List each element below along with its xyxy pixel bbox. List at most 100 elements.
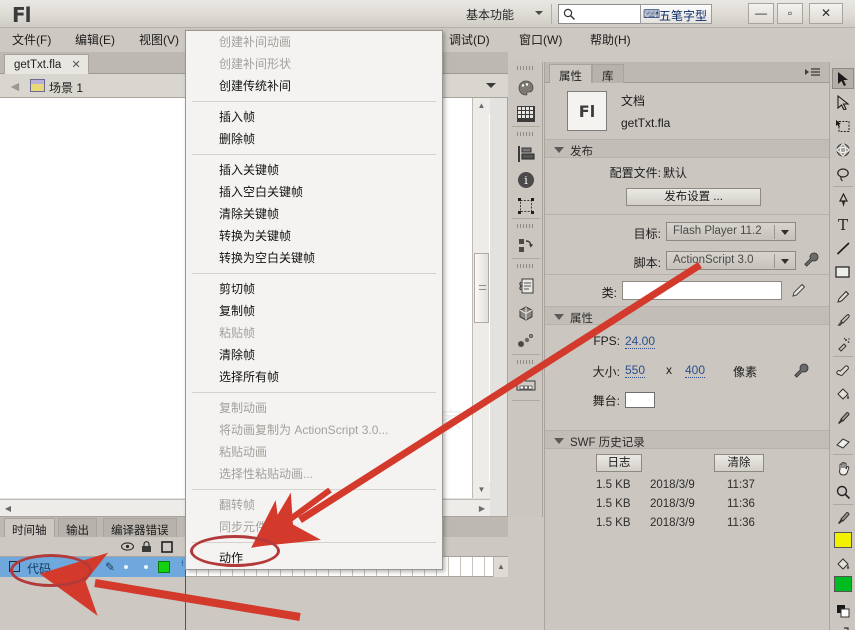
chevron-down-icon[interactable]	[781, 259, 789, 264]
fps-value[interactable]: 24.00	[625, 334, 655, 349]
info-panel-icon[interactable]: i	[514, 168, 538, 192]
library-folder-icon[interactable]	[514, 372, 538, 396]
selection-tool-icon[interactable]	[832, 68, 854, 89]
scroll-right-icon[interactable]: ▶	[474, 500, 490, 517]
brush-tool-icon[interactable]	[832, 310, 854, 331]
bone-tool-icon[interactable]	[832, 360, 854, 381]
back-arrow-icon[interactable]: ◄	[8, 79, 23, 93]
context-menu-item[interactable]: 插入帧	[186, 106, 442, 128]
lasso-tool-icon[interactable]	[832, 164, 854, 185]
pen-tool-icon[interactable]	[832, 190, 854, 211]
line-tool-icon[interactable]	[832, 238, 854, 259]
motion-editor-icon[interactable]	[514, 328, 538, 352]
context-menu-item[interactable]: 清除帧	[186, 344, 442, 366]
target-dropdown[interactable]: Flash Player 11.2	[666, 222, 796, 241]
chevron-down-icon[interactable]	[554, 314, 564, 320]
layer-lock-dot[interactable]	[144, 565, 148, 569]
section-header-swf-history[interactable]: SWF 历史记录	[545, 430, 829, 449]
context-menu-item[interactable]: 复制帧	[186, 300, 442, 322]
menu-item-view[interactable]: 视图(V)	[133, 32, 185, 49]
hand-tool-icon[interactable]	[832, 458, 854, 479]
context-menu-item[interactable]: 删除帧	[186, 128, 442, 150]
dock-grip-icon-5[interactable]	[517, 360, 535, 364]
context-menu-item[interactable]: 插入空白关键帧	[186, 181, 442, 203]
actions-script-icon[interactable]	[514, 274, 538, 298]
3d-rotation-tool-icon[interactable]	[832, 140, 854, 161]
tab-properties[interactable]: 属性	[549, 64, 592, 83]
minimize-button[interactable]: —	[748, 3, 774, 24]
layer-visibility-dot[interactable]	[124, 565, 128, 569]
black-and-white-icon[interactable]	[832, 600, 854, 621]
color-palette-icon[interactable]	[514, 76, 538, 100]
class-input[interactable]	[622, 281, 782, 300]
scroll-down-icon[interactable]: ▼	[473, 482, 490, 498]
menu-item-help[interactable]: 帮助(H)	[584, 32, 637, 49]
tab-compiler-errors[interactable]: 编译器错误	[103, 518, 177, 537]
fill-color-swatch[interactable]	[834, 576, 852, 592]
swf-log-button[interactable]: 日志	[596, 454, 642, 472]
document-settings-wrench-icon[interactable]	[793, 363, 809, 379]
swf-clear-button[interactable]: 清除	[714, 454, 764, 472]
chevron-down-icon[interactable]	[781, 230, 789, 235]
stage-width-value[interactable]: 550	[625, 363, 645, 378]
section-header-attributes[interactable]: 属性	[545, 306, 829, 325]
dock-grip-icon-2[interactable]	[517, 132, 535, 136]
swap-colors-icon[interactable]	[832, 622, 854, 630]
chevron-down-icon[interactable]	[535, 11, 543, 15]
eraser-tool-icon[interactable]	[832, 432, 854, 453]
code-snippets-icon[interactable]	[514, 234, 538, 258]
layer-outline-color-swatch[interactable]	[158, 561, 170, 573]
tab-output[interactable]: 输出	[58, 518, 97, 537]
context-menu-item[interactable]: 选择所有帧	[186, 366, 442, 388]
context-menu-item[interactable]: 清除关键帧	[186, 203, 442, 225]
script-settings-wrench-icon[interactable]	[803, 252, 819, 268]
zoom-tool-icon[interactable]	[832, 482, 854, 503]
ime-indicator[interactable]: ⌨ 五笔字型	[640, 4, 712, 24]
menu-item-file[interactable]: 文件(F)	[6, 32, 57, 49]
outline-square-icon[interactable]	[160, 541, 173, 554]
spray-brush-tool-icon[interactable]	[832, 334, 854, 355]
close-button[interactable]: ✕	[809, 3, 843, 24]
section-header-publish[interactable]: 发布	[545, 139, 829, 158]
transform-panel-icon[interactable]	[514, 194, 538, 218]
eye-icon[interactable]	[121, 541, 134, 554]
timeline-frames-scroll-up[interactable]: ▲	[493, 557, 508, 577]
edit-symbol-chevron-icon[interactable]	[486, 83, 496, 88]
stroke-eyedropper-icon[interactable]	[832, 508, 854, 529]
context-menu-item[interactable]: 创建传统补间	[186, 75, 442, 97]
scroll-left-icon[interactable]: ◀	[0, 500, 16, 517]
menu-item-window[interactable]: 窗口(W)	[513, 32, 568, 49]
paint-bucket-tool-icon[interactable]	[832, 384, 854, 405]
chevron-down-icon[interactable]	[554, 147, 564, 153]
dock-grip-icon-4[interactable]	[517, 264, 535, 268]
close-icon[interactable]: ✕	[72, 59, 81, 71]
context-menu-item[interactable]: 转换为关键帧	[186, 225, 442, 247]
context-menu-item[interactable]: 插入关键帧	[186, 159, 442, 181]
workspace-selector[interactable]: 基本功能	[466, 6, 514, 23]
stage-color-swatch[interactable]	[625, 392, 655, 408]
stroke-color-swatch[interactable]	[834, 532, 852, 548]
stage-height-value[interactable]: 400	[685, 363, 705, 378]
dock-grip-icon[interactable]	[517, 66, 535, 70]
subselection-tool-icon[interactable]	[832, 92, 854, 113]
script-dropdown[interactable]: ActionScript 3.0	[666, 251, 796, 270]
components-icon[interactable]	[514, 302, 538, 326]
menu-item-debug[interactable]: 调试(D)	[443, 32, 496, 49]
scene-label[interactable]: 场景 1	[49, 79, 83, 96]
text-tool-icon[interactable]: T	[832, 214, 854, 235]
context-menu-item[interactable]: 转换为空白关键帧	[186, 247, 442, 269]
edit-class-pencil-icon[interactable]	[791, 282, 807, 298]
document-tab-gettxt[interactable]: getTxt.fla ✕	[4, 54, 89, 74]
panel-menu-icon[interactable]	[805, 66, 821, 78]
tab-timeline[interactable]: 时间轴	[4, 518, 55, 537]
lock-icon[interactable]	[140, 541, 153, 554]
frame-context-menu[interactable]: 创建补间动画创建补间形状创建传统补间插入帧删除帧插入关键帧插入空白关键帧清除关键…	[185, 30, 443, 570]
pencil-tool-icon[interactable]	[832, 286, 854, 307]
tab-library[interactable]: 库	[592, 64, 624, 83]
publish-settings-button[interactable]: 发布设置 ...	[626, 188, 761, 206]
rectangle-tool-icon[interactable]	[832, 262, 854, 283]
free-transform-tool-icon[interactable]	[832, 116, 854, 137]
menu-item-edit[interactable]: 编辑(E)	[69, 32, 121, 49]
fill-bucket-icon[interactable]	[832, 554, 854, 575]
eyedropper-tool-icon[interactable]	[832, 408, 854, 429]
